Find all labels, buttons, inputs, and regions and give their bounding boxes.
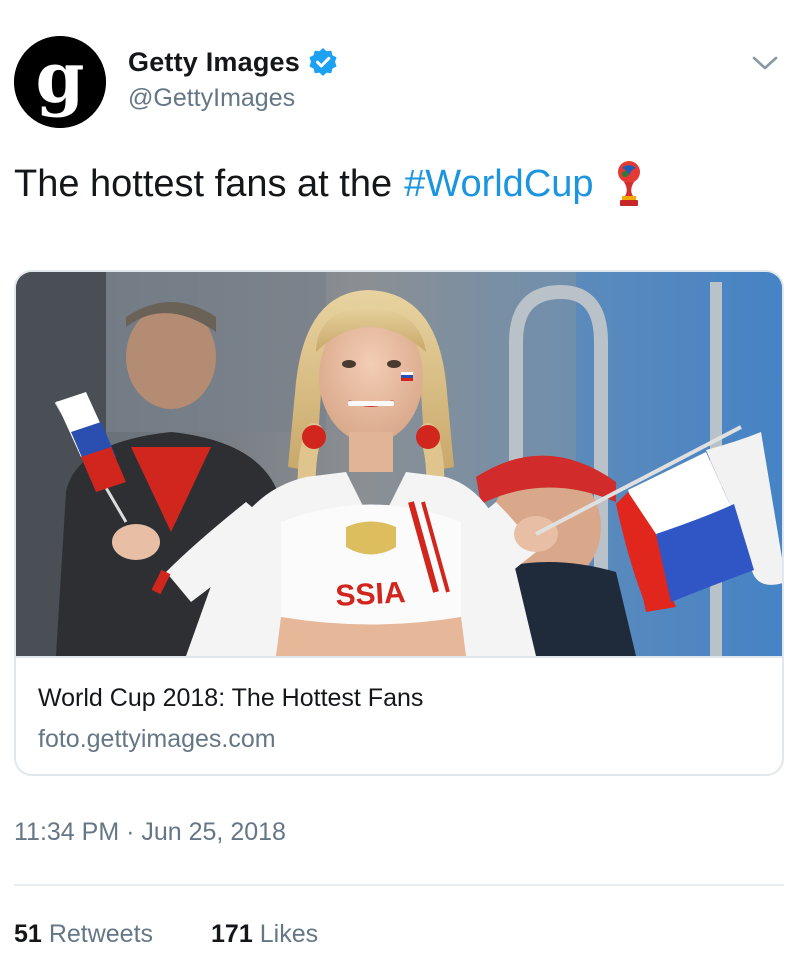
svg-text:g: g xyxy=(36,36,85,119)
timestamp[interactable]: 11:34 PM · Jun 25, 2018 xyxy=(14,818,286,847)
retweets-stat[interactable]: 51 Retweets xyxy=(14,920,153,949)
display-name[interactable]: Getty Images xyxy=(128,47,300,78)
hashtag-link[interactable]: #WorldCup xyxy=(404,163,593,206)
retweets-label: Retweets xyxy=(48,920,154,948)
retweets-count: 51 xyxy=(14,920,42,948)
card-body: World Cup 2018: The Hottest Fans foto.ge… xyxy=(16,656,782,774)
chevron-down-icon[interactable] xyxy=(748,46,782,80)
display-name-row: Getty Images xyxy=(128,44,338,80)
likes-count: 171 xyxy=(211,920,253,948)
card-title: World Cup 2018: The Hottest Fans xyxy=(38,684,424,712)
card-domain: foto.gettyimages.com xyxy=(38,725,276,753)
likes-stat[interactable]: 171 Likes xyxy=(211,920,318,949)
svg-text:SSIA: SSIA xyxy=(335,576,407,613)
handle[interactable]: @GettyImages xyxy=(128,84,338,113)
link-card[interactable]: SSIA World Cup 2018: The Hottest Fans fo… xyxy=(14,270,784,776)
likes-label: Likes xyxy=(259,920,319,948)
verified-badge-icon xyxy=(308,47,338,77)
divider xyxy=(14,884,784,886)
card-image: SSIA xyxy=(16,272,782,656)
engagement-stats: 51 Retweets 171 Likes xyxy=(14,920,318,949)
getty-logo-icon: g xyxy=(14,36,106,128)
tweet: g Getty Images @GettyImages The hottest … xyxy=(0,0,800,976)
tweet-text: The hottest fans at the #WorldCup xyxy=(14,160,642,208)
tweet-body: The hottest fans at the xyxy=(14,162,393,205)
avatar[interactable]: g xyxy=(14,36,106,128)
author-names: Getty Images @GettyImages xyxy=(128,44,338,113)
world-cup-trophy-icon xyxy=(616,160,642,208)
